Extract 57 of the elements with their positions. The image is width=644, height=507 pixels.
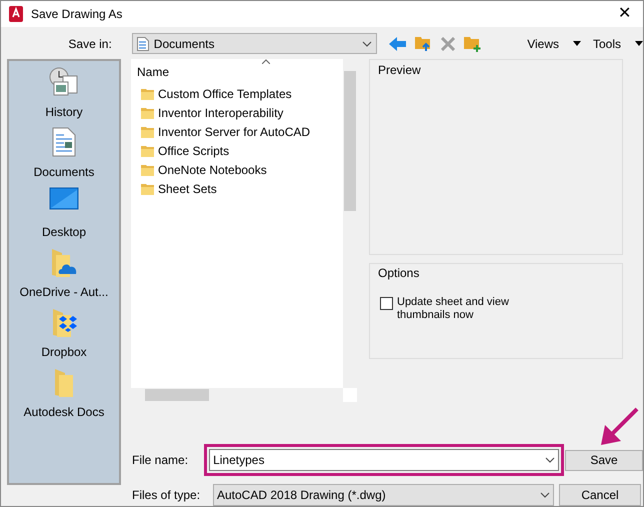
place-item[interactable]: Desktop — [9, 187, 119, 241]
folder-item[interactable]: Office Scripts — [141, 141, 333, 160]
annotation-arrow — [599, 407, 639, 447]
back-arrow-icon[interactable] — [389, 36, 406, 51]
folder-cloud-icon — [50, 247, 78, 279]
window-title: Save Drawing As — [31, 6, 124, 23]
caret-icon — [572, 41, 581, 46]
location-value: Documents — [154, 36, 216, 53]
save-button[interactable]: Save — [565, 450, 643, 470]
place-item[interactable]: History — [9, 67, 119, 121]
checkbox-label: Update sheet and view thumbnails now — [397, 296, 510, 322]
folder-icon — [141, 164, 154, 176]
scroll-thumb[interactable] — [344, 71, 356, 211]
folder-icon — [53, 367, 75, 399]
save-in-label: Save in: — [67, 36, 113, 53]
scroll-thumb[interactable] — [145, 389, 209, 401]
document-icon — [136, 36, 149, 51]
sort-caret-icon — [262, 59, 270, 64]
place-item[interactable]: Dropbox — [9, 307, 119, 361]
checkbox[interactable] — [380, 297, 393, 310]
views-menu-button[interactable]: Views — [527, 34, 581, 53]
chevron-down-icon — [545, 457, 556, 463]
place-item[interactable]: OneDrive - Aut... — [9, 247, 119, 301]
name-column-header[interactable]: Name — [131, 59, 343, 81]
delete-icon[interactable] — [441, 36, 456, 51]
folder-item[interactable]: Inventor Server for AutoCAD — [141, 122, 333, 141]
folder-item[interactable]: Inventor Interoperability — [141, 103, 333, 122]
folder-item[interactable]: Custom Office Templates — [141, 84, 333, 103]
preview-title: Preview — [378, 63, 421, 77]
close-button[interactable]: ✕ — [614, 2, 635, 26]
app-logo-icon — [9, 6, 23, 22]
file-name-label: File name: — [132, 452, 190, 469]
caret-icon — [635, 41, 643, 46]
place-item[interactable]: Documents — [9, 127, 119, 181]
chevron-down-icon — [362, 40, 372, 47]
location-dropdown[interactable]: Documents — [132, 33, 378, 54]
monitor-icon — [49, 187, 79, 211]
folder-icon — [141, 126, 154, 138]
chevron-down-icon — [540, 492, 550, 498]
folder-icon — [141, 144, 154, 156]
cancel-button[interactable]: Cancel — [559, 484, 641, 506]
folder-icon — [141, 88, 154, 100]
folder-icon — [141, 106, 154, 118]
folder-item[interactable]: OneNote Notebooks — [141, 160, 333, 179]
folder-icon — [141, 182, 154, 194]
file-name-field[interactable]: Linetypes — [209, 449, 560, 471]
folder-up-icon[interactable] — [415, 36, 432, 52]
clock-document-icon — [49, 67, 79, 97]
new-folder-icon[interactable] — [464, 36, 482, 52]
place-item[interactable]: Autodesk Docs — [9, 367, 119, 421]
tools-menu-button[interactable]: Tools — [592, 34, 643, 53]
file-type-label: Files of type: — [132, 487, 202, 504]
document-icon — [52, 127, 76, 157]
options-title: Options — [378, 265, 420, 282]
file-type-dropdown[interactable]: AutoCAD 2018 Drawing (*.dwg) — [213, 484, 554, 506]
folder-item[interactable]: Sheet Sets — [141, 179, 333, 198]
folder-dropbox-icon — [51, 307, 77, 339]
